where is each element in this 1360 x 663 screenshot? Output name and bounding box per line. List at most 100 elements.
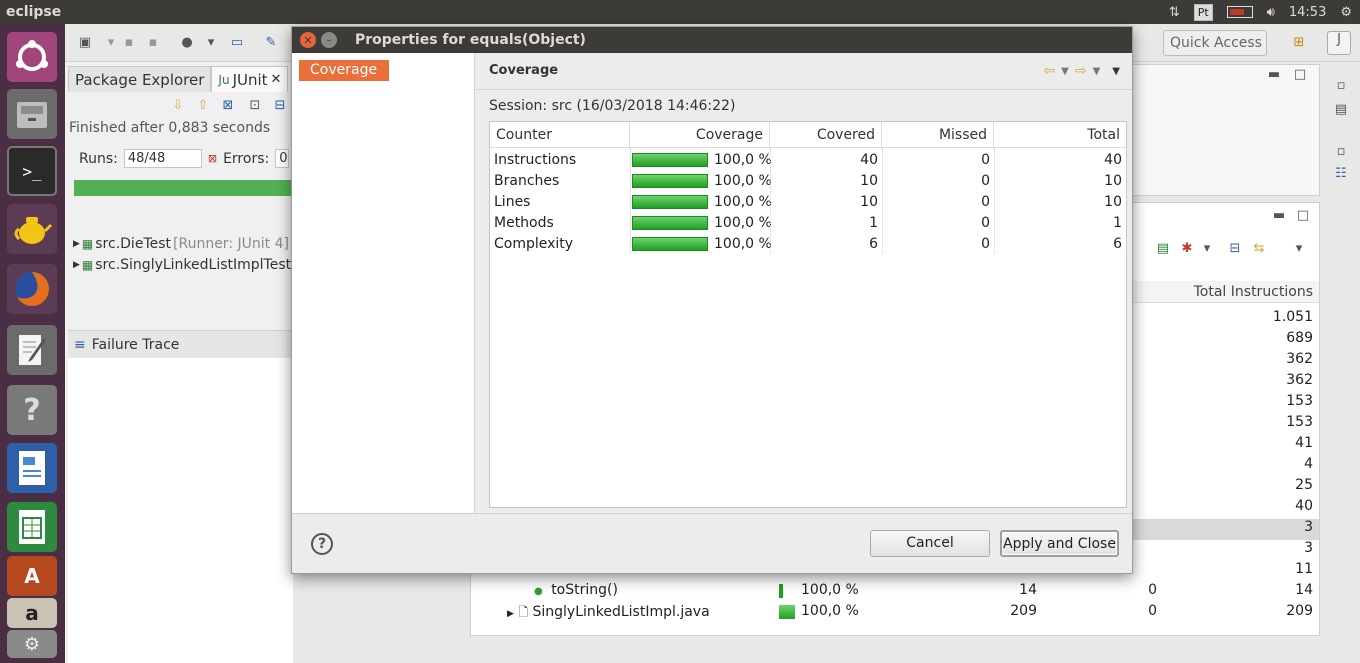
junit-label: JUnit <box>232 70 268 89</box>
total-instructions-value: 14 <box>1295 582 1313 598</box>
coverage-bar <box>632 195 708 209</box>
network-icon[interactable]: ⇅ <box>1169 5 1180 20</box>
java-perspective-icon[interactable]: J <box>1327 31 1351 55</box>
total-instructions-value: 689 <box>1286 330 1313 346</box>
back-arrow-icon[interactable]: ⇦ <box>1043 63 1055 79</box>
help-icon[interactable]: ? <box>7 385 57 435</box>
firefox-icon[interactable] <box>7 264 57 314</box>
keyboard-layout-indicator[interactable]: Pt <box>1193 3 1213 21</box>
column-header-coverage[interactable]: Coverage <box>630 122 770 148</box>
tree-item[interactable]: ▶ ▦ src.DieTest [Runner: JUnit 4] <box>73 236 289 252</box>
column-header-covered[interactable]: Covered <box>770 122 882 148</box>
total-instructions-value: 362 <box>1286 351 1313 367</box>
next-failure-icon[interactable]: ⇩ <box>170 98 186 114</box>
save-icon[interactable]: ▪ <box>121 35 137 51</box>
link-with-editor-icon[interactable]: ⇆ <box>1251 241 1267 257</box>
terminal-icon[interactable]: >_ <box>7 146 57 196</box>
covered-value: 6 <box>869 236 878 252</box>
close-icon[interactable]: ✕ <box>271 67 282 93</box>
eclipse-teapot-icon[interactable] <box>7 204 57 254</box>
amazon-icon[interactable]: a <box>7 598 57 628</box>
total-instructions-header[interactable]: Total Instructions <box>1131 281 1319 303</box>
rerun-icon[interactable]: ⊟ <box>272 98 288 114</box>
debug-icon[interactable]: ● <box>179 35 195 51</box>
maximize-icon[interactable]: □ <box>1292 67 1308 83</box>
writer-icon[interactable] <box>7 443 57 493</box>
tab-junit[interactable]: Ju JUnit ✕ <box>211 66 289 93</box>
view-menu-icon[interactable]: ▾ <box>1291 241 1307 257</box>
merge-sessions-icon[interactable]: ✱ <box>1179 241 1195 257</box>
clock[interactable]: 14:53 <box>1289 5 1326 20</box>
hierarchy-icon[interactable]: ☷ <box>1333 166 1349 182</box>
table-row[interactable]: Complexity 100,0 % 6 0 6 <box>490 234 1126 255</box>
maximize-icon[interactable]: □ <box>1295 208 1311 224</box>
minimize-icon[interactable]: – <box>321 32 337 48</box>
expand-icon[interactable]: ▶ <box>73 239 80 249</box>
view-menu-icon[interactable]: ▼ <box>1112 66 1120 77</box>
tree-item-name: src.SinglyLinkedListImplTest <box>95 257 292 273</box>
column-header-missed[interactable]: Missed <box>882 122 994 148</box>
coverage-percent: 100,0 % <box>801 603 859 619</box>
show-failures-only-icon[interactable]: ⊠ <box>220 98 236 114</box>
minimize-icon[interactable]: ▬ <box>1266 67 1282 83</box>
column-header-counter[interactable]: Counter <box>490 122 630 148</box>
quick-access-input[interactable]: Quick Access <box>1163 30 1267 56</box>
column-header-total[interactable]: Total <box>994 122 1126 148</box>
coverage-percent: 100,0 % <box>801 582 859 598</box>
minimize-icon[interactable]: ▬ <box>1271 208 1287 224</box>
expand-icon[interactable]: ▶ <box>507 609 514 619</box>
help-button[interactable]: ? <box>311 533 333 555</box>
total-instructions-value: 11 <box>1295 561 1313 577</box>
total-instructions-value: 3 <box>1304 519 1313 535</box>
pin-icon[interactable]: ✎ <box>263 35 279 51</box>
forward-arrow-icon[interactable]: ⇨ <box>1075 63 1087 79</box>
files-icon[interactable] <box>7 89 57 139</box>
tab-package-explorer[interactable]: Package Explorer <box>68 66 212 92</box>
outline-icon[interactable]: ▤ <box>1333 102 1349 118</box>
table-row[interactable]: Lines 100,0 % 10 0 10 <box>490 192 1126 213</box>
table-row[interactable]: Instructions 100,0 % 40 0 40 <box>490 150 1126 171</box>
settings-gear-icon[interactable]: ⚙ <box>1340 5 1352 20</box>
dropdown-icon[interactable]: ▾ <box>1199 241 1215 257</box>
table-row[interactable]: Methods 100,0 % 1 0 1 <box>490 213 1126 234</box>
close-icon[interactable]: ✕ <box>300 32 316 48</box>
dropdown-icon[interactable]: ▾ <box>203 35 219 51</box>
forward-dropdown-icon[interactable]: ▼ <box>1093 66 1101 77</box>
table-row[interactable]: Branches 100,0 % 10 0 10 <box>490 171 1126 192</box>
scroll-lock-icon[interactable]: ⊡ <box>247 98 263 114</box>
open-perspective-icon[interactable]: ⊞ <box>1291 35 1307 51</box>
coverage-row-singlylinkedlistimpl[interactable]: ▶ 🗋 SinglyLinkedListImpl.java <box>507 603 710 624</box>
text-editor-icon[interactable] <box>7 325 57 375</box>
expand-icon[interactable]: ▶ <box>73 260 80 270</box>
counter-name: Branches <box>494 173 560 189</box>
back-dropdown-icon[interactable]: ▼ <box>1061 66 1069 77</box>
battery-icon[interactable] <box>1226 6 1253 18</box>
volume-icon[interactable]: 🔊︎ <box>1267 5 1275 20</box>
calc-icon[interactable] <box>7 502 57 552</box>
runs-label: Runs: <box>79 150 118 167</box>
restore-icon[interactable]: ▫ <box>1333 78 1349 94</box>
tree-item[interactable]: ▶ ▦ src.SinglyLinkedListImplTest <box>73 257 291 273</box>
settings-icon[interactable]: ⚙ <box>7 630 57 658</box>
nav-item-coverage[interactable]: Coverage <box>299 60 389 81</box>
coverage-session-icon[interactable]: ▤ <box>1155 241 1171 257</box>
coverage-percent: 100,0 % <box>714 173 772 189</box>
new-icon[interactable]: ▣ <box>77 35 93 51</box>
save-all-icon[interactable]: ▪ <box>145 35 161 51</box>
counter-name: Instructions <box>494 152 577 168</box>
coverage-bar <box>632 216 708 230</box>
missed-value: 0 <box>981 215 990 231</box>
ubuntu-dash-icon[interactable] <box>7 32 57 82</box>
previous-failure-icon[interactable]: ⇧ <box>195 98 211 114</box>
impress-icon[interactable]: A <box>7 556 57 596</box>
terminal-view-icon[interactable]: ▭ <box>229 35 245 51</box>
apply-and-close-button[interactable]: Apply and Close <box>1000 530 1119 557</box>
covered-value: 1 <box>869 215 878 231</box>
coverage-row-tostring[interactable]: ● toString() <box>534 582 618 598</box>
dropdown-icon[interactable]: ▾ <box>103 35 119 51</box>
junit-status-text: Finished after 0,883 seconds <box>69 120 271 136</box>
cancel-button[interactable]: Cancel <box>870 530 990 557</box>
tree-item-name: src.DieTest <box>95 236 172 252</box>
restore-icon[interactable]: ▫ <box>1333 144 1349 160</box>
collapse-all-icon[interactable]: ⊟ <box>1227 241 1243 257</box>
